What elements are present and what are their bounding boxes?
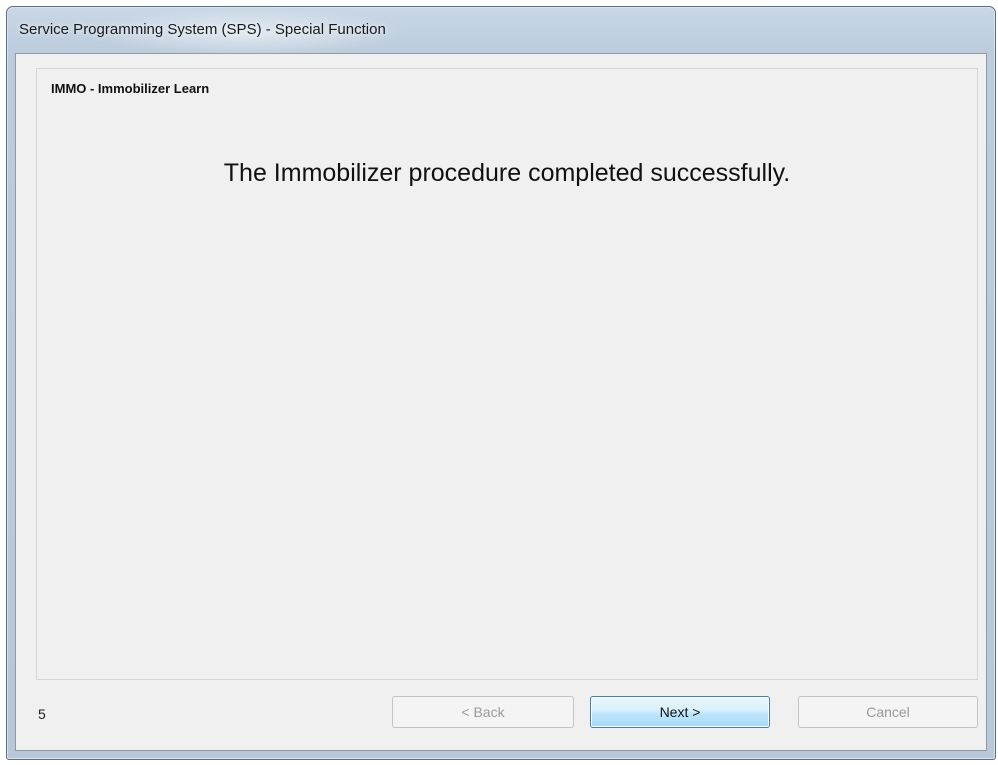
dialog-body: IMMO - Immobilizer Learn The Immobilizer…	[15, 53, 987, 751]
status-message: The Immobilizer procedure completed succ…	[223, 159, 791, 187]
group-title: IMMO - Immobilizer Learn	[51, 81, 210, 96]
sps-window: Service Programming System (SPS) - Speci…	[6, 6, 996, 760]
step-number: 5	[38, 706, 46, 722]
back-button[interactable]: < Back	[392, 696, 574, 728]
title-bar[interactable]: Service Programming System (SPS) - Speci…	[7, 7, 995, 53]
immobilizer-learn-panel: IMMO - Immobilizer Learn The Immobilizer…	[36, 68, 978, 680]
window-title: Service Programming System (SPS) - Speci…	[19, 21, 386, 38]
next-button[interactable]: Next >	[590, 696, 770, 728]
cancel-button[interactable]: Cancel	[798, 696, 978, 728]
